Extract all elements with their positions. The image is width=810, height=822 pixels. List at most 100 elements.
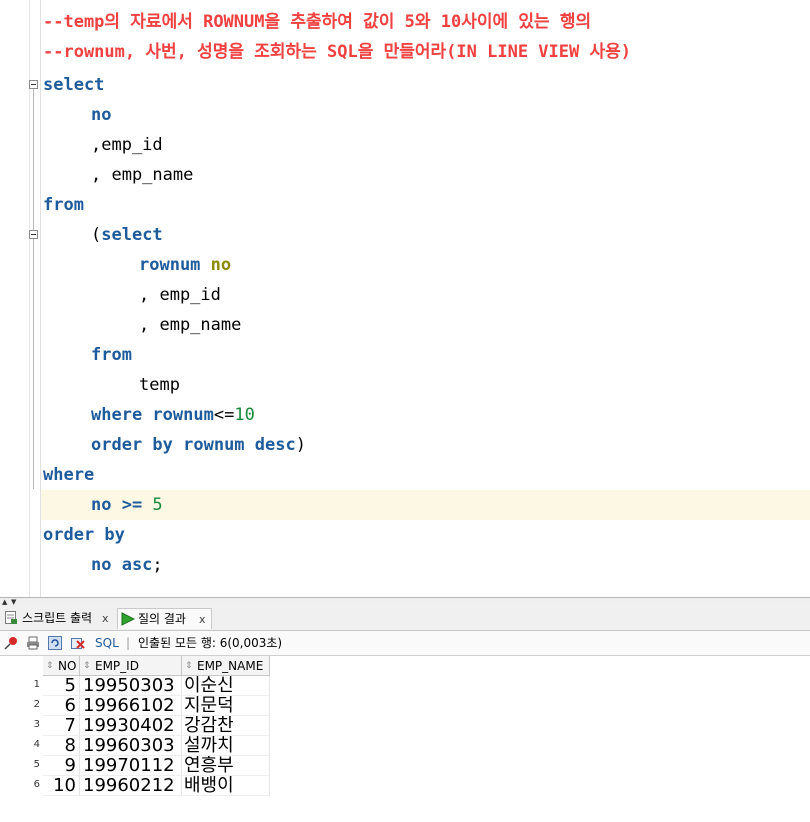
cell-no[interactable]: 8 [43,736,80,756]
code-line-12: from [91,340,132,370]
row-number: 4 [33,739,40,750]
comment-text: --temp의 자료에서 ROWNUM을 추출하여 값이 5와 10사이에 있는… [43,12,592,32]
cell-emp-name[interactable]: 지문덕 [182,696,270,716]
code-line-8: (select [91,220,163,250]
keyword-rownum: rownum [172,435,245,455]
tab-label: 스크립트 출력 [22,611,93,625]
pane-splitter[interactable] [0,597,810,606]
column-header-label: EMP_ID [95,659,139,673]
cell-emp-id[interactable]: 19960212 [80,776,182,796]
keyword-desc: desc [244,435,296,455]
table-row[interactable]: 3 7 19930402 강감찬 [0,716,270,736]
print-icon[interactable] [26,636,40,650]
code-line-5: ,emp_id [91,130,163,160]
paren-close: ) [295,435,306,455]
column-header-emp-name[interactable]: ⇕ EMP_NAME [182,656,270,676]
code-line-4: no [91,100,111,130]
column-header-label: EMP_NAME [197,659,264,673]
code-line-10: , emp_id [139,280,221,310]
keyword-rownum: rownum [139,255,201,275]
code-line-16: where [43,460,94,490]
row-number: 5 [33,759,40,770]
code-line-1: --temp의 자료에서 ROWNUM을 추출하여 값이 5와 10사이에 있는… [43,7,591,37]
sort-icon[interactable]: ⇕ [83,656,91,676]
keyword-select: select [43,75,105,95]
fold-toggle-icon[interactable] [29,230,38,239]
cancel-query-icon[interactable] [71,636,85,650]
cell-no[interactable]: 5 [43,676,80,696]
pin-icon[interactable] [4,636,18,650]
fold-toggle-icon[interactable] [29,80,38,89]
code-line-13: temp [139,370,180,400]
code-line-11: , emp_name [139,310,241,340]
row-number: 2 [33,699,40,710]
column-emp-name: , emp_name [91,165,194,185]
cell-emp-id[interactable]: 19966102 [80,696,182,716]
collapse-down-icon[interactable]: ▼ [11,599,16,606]
semicolon: ; [152,555,163,575]
code-line-3: select [43,70,104,100]
column-emp-name: , emp_name [139,315,242,335]
script-output-icon [5,611,17,624]
cell-emp-id[interactable]: 19950303 [80,676,182,696]
code-line-15: order by rownum desc) [91,430,306,460]
close-icon[interactable]: x [102,608,109,629]
cell-emp-id[interactable]: 19930402 [80,716,182,736]
keyword-no-asc: no asc [91,555,153,575]
fetch-status: 인출된 모든 행: 6(0,003초) [138,636,283,650]
column-emp-id: ,emp_id [91,135,163,155]
tab-script-output[interactable]: 스크립트 출력 x [2,608,114,629]
row-number: 1 [33,679,40,690]
column-header-emp-id[interactable]: ⇕ EMP_ID [80,656,182,676]
code-line-14: where rownum<=10 [91,400,255,430]
sort-icon[interactable]: ⇕ [46,656,54,676]
cell-no[interactable]: 6 [43,696,80,716]
collapse-up-icon[interactable]: ▲ [2,599,7,606]
code-line-18: order by [43,520,125,550]
cell-no[interactable]: 10 [43,776,80,796]
cell-emp-name[interactable]: 강감찬 [182,716,270,736]
table-row[interactable]: 6 10 19960212 배뱅이 [0,776,270,796]
keyword-from: from [91,345,132,365]
keyword-from: from [43,195,84,215]
close-icon[interactable]: x [199,609,206,630]
number-5: 5 [152,495,163,515]
cell-emp-id[interactable]: 19960303 [80,736,182,756]
comment-text: --rownum, 사번, 성명을 조회하는 SQL을 만들어라(IN LINE… [43,42,631,62]
cell-no[interactable]: 7 [43,716,80,736]
keyword-rownum: rownum [142,405,214,425]
cell-no[interactable]: 9 [43,756,80,776]
table-row[interactable]: 5 9 19970112 연흥부 [0,756,270,776]
column-emp-id: , emp_id [139,285,221,305]
code-line-7: from [43,190,84,220]
tab-query-result[interactable]: 질의 결과 x [117,608,212,629]
sort-icon[interactable]: ⇕ [185,656,193,676]
table-row[interactable]: 2 6 19966102 지문덕 [0,696,270,716]
row-number: 3 [33,719,40,730]
refresh-icon[interactable] [48,636,62,650]
cell-emp-name[interactable]: 연흥부 [182,756,270,776]
keyword-select: select [101,225,163,245]
toolbar-separator: | [126,636,131,650]
code-line-17: no >= 5 [91,490,163,520]
run-arrow-icon [121,612,135,626]
operator-le: <= [213,405,235,425]
column-no: no [91,105,112,125]
cell-emp-name[interactable]: 이순신 [182,676,270,696]
sql-button[interactable]: SQL [95,631,119,656]
code-line-2: --rownum, 사번, 성명을 조회하는 SQL을 만들어라(IN LINE… [43,37,631,67]
cell-emp-name[interactable]: 설까치 [182,736,270,756]
tab-label: 질의 결과 [138,612,186,626]
column-header-no[interactable]: ⇕ NO [43,656,80,676]
column-header-label: NO [58,659,77,673]
number-10: 10 [234,405,255,425]
sql-editor[interactable]: --temp의 자료에서 ROWNUM을 추출하여 값이 5와 10사이에 있는… [0,0,810,597]
table-row[interactable]: 1 5 19950303 이순신 [0,676,270,696]
result-grid: ⇕ NO ⇕ EMP_ID ⇕ EMP_NAME 1 5 19950303 이순… [0,656,810,822]
table-row[interactable]: 4 8 19960303 설까치 [0,736,270,756]
fold-guide [33,89,34,489]
paren-open: ( [91,225,102,245]
cell-emp-name[interactable]: 배뱅이 [182,776,270,796]
cell-emp-id[interactable]: 19970112 [80,756,182,776]
keyword-where: where [43,465,95,485]
